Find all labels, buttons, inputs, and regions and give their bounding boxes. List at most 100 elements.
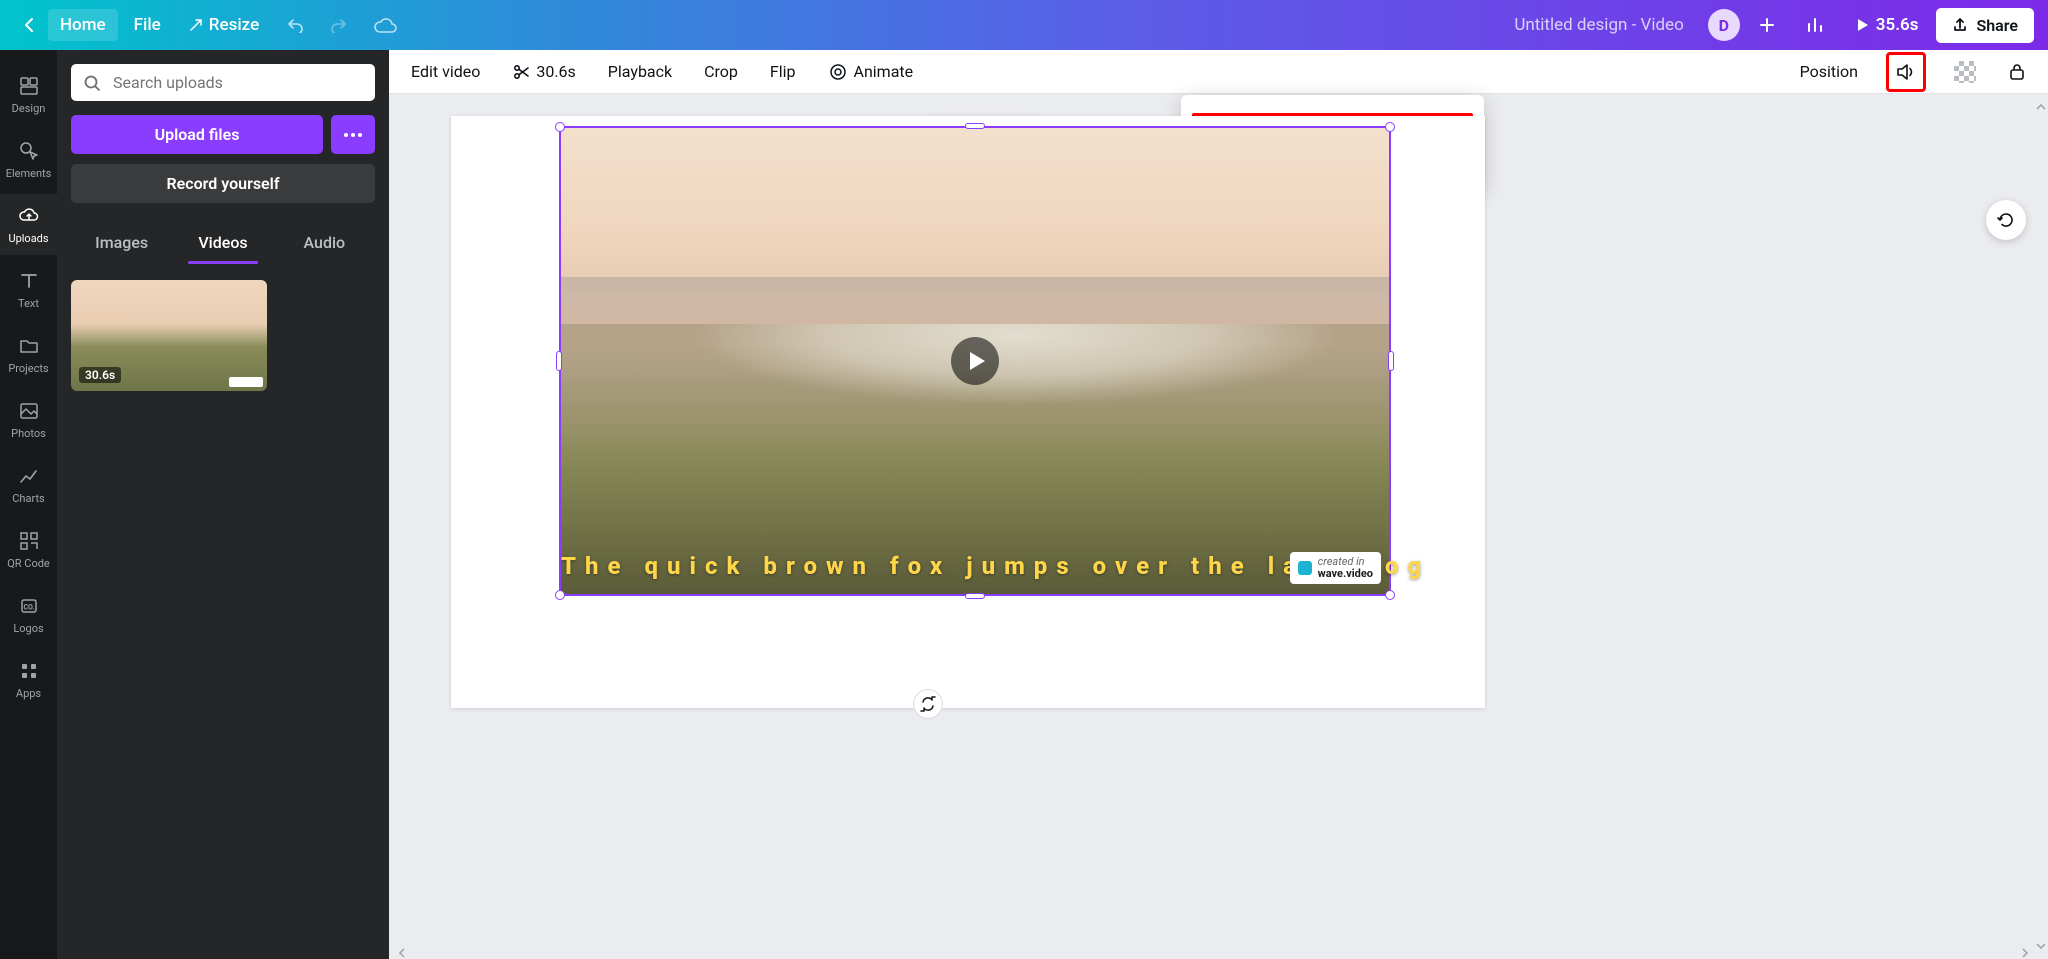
elements-icon — [17, 139, 41, 163]
video-preview: The quick brown fox jumps over the lazy … — [561, 128, 1389, 594]
uploads-thumb-grid: 30.6s — [71, 280, 375, 391]
rail-logos-label: Logos — [13, 622, 43, 635]
upload-thumb[interactable]: 30.6s — [71, 280, 267, 391]
avatar[interactable]: D — [1708, 9, 1740, 41]
projects-icon — [17, 334, 41, 358]
transparency-button[interactable] — [1950, 56, 1980, 88]
wave-watermark: created in wave.video — [1290, 552, 1381, 584]
logos-icon: CO. — [17, 594, 41, 618]
file-label: File — [134, 15, 161, 35]
rail-projects-label: Projects — [8, 362, 48, 375]
upload-files-button[interactable]: Upload files — [71, 115, 323, 154]
resize-handle-br[interactable] — [1385, 590, 1395, 600]
rail-photos[interactable]: Photos — [0, 389, 57, 450]
text-icon — [17, 269, 41, 293]
reset-view-button[interactable] — [1986, 200, 2026, 240]
horizontal-scrollbar[interactable] — [397, 947, 2030, 959]
crop-label: Crop — [704, 62, 738, 81]
canvas[interactable]: Volume The quick brown fox jumps over th… — [389, 94, 2048, 959]
tab-videos[interactable]: Videos — [172, 223, 273, 262]
resize-handle-bottom[interactable] — [965, 593, 985, 599]
video-caption: The quick brown fox jumps over the lazy … — [561, 552, 1279, 580]
scroll-down-icon — [2036, 941, 2046, 951]
left-rail: Design Elements Uploads Text Projects Ph… — [0, 50, 57, 959]
trim-duration-label: 30.6s — [536, 62, 575, 81]
tab-videos-label: Videos — [198, 233, 247, 252]
playback-label: Playback — [608, 62, 672, 81]
rail-elements-label: Elements — [6, 167, 52, 180]
search-uploads[interactable] — [71, 64, 375, 101]
resize-handle-tl[interactable] — [555, 122, 565, 132]
redo-button[interactable] — [319, 11, 359, 39]
home-button[interactable]: Home — [48, 9, 118, 41]
play-duration-button[interactable]: 35.6s — [1844, 9, 1931, 41]
video-play-button[interactable] — [951, 337, 999, 385]
animate-button[interactable]: Animate — [824, 57, 918, 87]
edit-video-button[interactable]: Edit video — [407, 57, 484, 86]
cloud-status-icon[interactable] — [363, 10, 407, 40]
thumb-duration: 30.6s — [79, 367, 121, 383]
rail-uploads[interactable]: Uploads — [0, 194, 57, 255]
home-label: Home — [60, 15, 106, 35]
playback-button[interactable]: Playback — [604, 57, 676, 86]
rail-text-label: Text — [18, 297, 39, 310]
rail-projects[interactable]: Projects — [0, 324, 57, 385]
scroll-up-icon — [2036, 102, 2046, 112]
trim-button[interactable]: 30.6s — [508, 57, 579, 86]
record-yourself-button[interactable]: Record yourself — [71, 164, 375, 203]
transparency-icon — [1954, 61, 1976, 83]
charts-icon — [17, 464, 41, 488]
position-button[interactable]: Position — [1796, 57, 1862, 86]
rail-qrcode[interactable]: QR Code — [0, 519, 57, 580]
back-button[interactable] — [14, 11, 44, 39]
upload-files-label: Upload files — [155, 125, 240, 144]
ellipsis-icon — [344, 133, 362, 137]
volume-button[interactable] — [1891, 57, 1921, 87]
rail-design[interactable]: Design — [0, 64, 57, 125]
page[interactable]: The quick brown fox jumps over the lazy … — [451, 116, 1485, 708]
rail-charts[interactable]: Charts — [0, 454, 57, 515]
resize-button[interactable]: Resize — [177, 9, 271, 41]
upload-more-button[interactable] — [331, 115, 375, 154]
uploads-icon — [17, 204, 41, 228]
duration-label: 35.6s — [1876, 15, 1919, 35]
crop-button[interactable]: Crop — [700, 57, 742, 86]
flip-button[interactable]: Flip — [766, 57, 800, 86]
sync-page-button[interactable] — [913, 689, 943, 719]
vertical-scrollbar[interactable] — [2036, 102, 2046, 951]
search-icon — [83, 74, 101, 92]
qrcode-icon — [17, 529, 41, 553]
rail-apps-label: Apps — [16, 687, 41, 700]
add-member-button[interactable] — [1746, 10, 1788, 40]
insights-button[interactable] — [1794, 10, 1838, 40]
design-title[interactable]: Untitled design - Video — [1496, 15, 1701, 35]
uploads-tabs: Images Videos Audio — [71, 223, 375, 262]
rail-apps[interactable]: Apps — [0, 649, 57, 710]
context-toolbar: Edit video 30.6s Playback Crop Flip Anim… — [389, 50, 2048, 94]
lock-button[interactable] — [2004, 57, 2030, 87]
design-icon — [17, 74, 41, 98]
resize-handle-top[interactable] — [965, 123, 985, 129]
photos-icon — [17, 399, 41, 423]
resize-handle-left[interactable] — [556, 351, 562, 371]
rail-elements[interactable]: Elements — [0, 129, 57, 190]
rail-text[interactable]: Text — [0, 259, 57, 320]
resize-handle-tr[interactable] — [1385, 122, 1395, 132]
rail-logos[interactable]: CO. Logos — [0, 584, 57, 645]
rail-charts-label: Charts — [12, 492, 44, 505]
svg-text:CO.: CO. — [23, 604, 34, 612]
file-menu[interactable]: File — [122, 9, 173, 41]
search-input[interactable] — [111, 72, 363, 93]
video-element[interactable]: The quick brown fox jumps over the lazy … — [559, 126, 1391, 596]
animate-label: Animate — [854, 62, 914, 81]
share-button[interactable]: Share — [1936, 8, 2034, 43]
play-icon — [967, 350, 987, 372]
apps-icon — [17, 659, 41, 683]
tab-images[interactable]: Images — [71, 223, 172, 262]
rail-design-label: Design — [12, 102, 46, 115]
resize-handle-right[interactable] — [1388, 351, 1394, 371]
topbar-left: Home File Resize — [14, 9, 407, 41]
resize-handle-bl[interactable] — [555, 590, 565, 600]
undo-button[interactable] — [275, 11, 315, 39]
tab-audio[interactable]: Audio — [274, 223, 375, 262]
